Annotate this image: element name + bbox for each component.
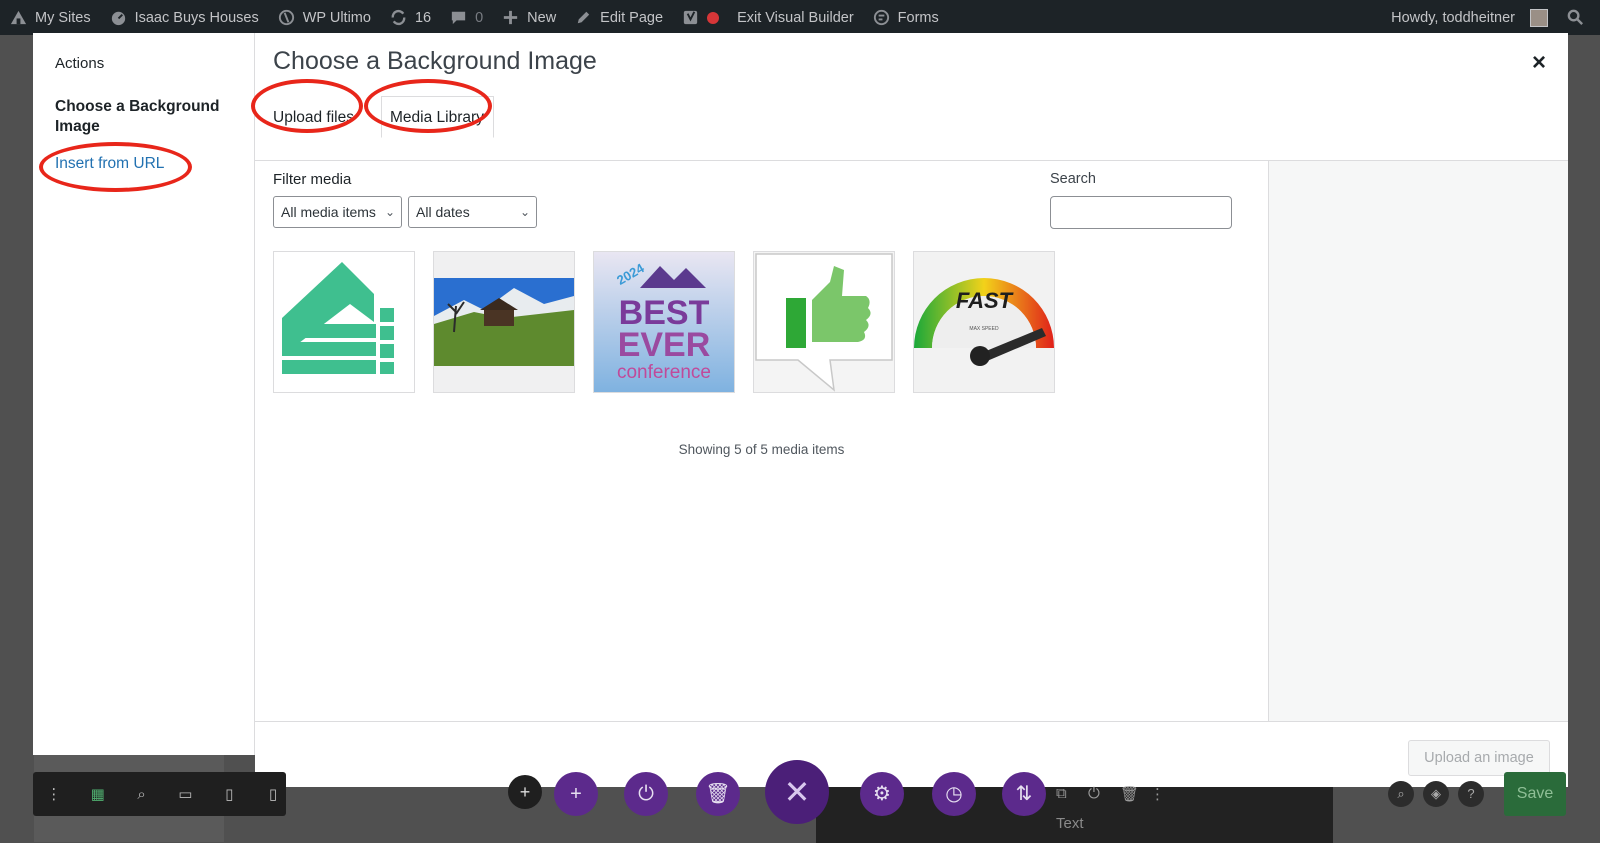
seo-status-dot [707, 11, 720, 24]
attachment-details-sidebar [1268, 161, 1568, 721]
ultimo-icon [277, 8, 296, 27]
svg-text:MAX SPEED: MAX SPEED [969, 326, 999, 332]
zoom-icon[interactable]: ⌕ [129, 786, 155, 803]
desktop-icon[interactable]: ▭ [172, 785, 198, 803]
toggle-icon[interactable]: ⏻ [1088, 785, 1100, 802]
menu-heading: Actions [55, 55, 105, 72]
close-icon[interactable]: × [1532, 51, 1546, 75]
attachments-browser: Filter media All media items ⌄ All dates… [255, 161, 1268, 721]
forms-menu[interactable]: Forms [863, 0, 948, 35]
yoast-menu[interactable] [672, 0, 728, 35]
svg-text:FAST: FAST [956, 288, 1014, 313]
plus-icon [501, 8, 520, 27]
attachment-thumbs-up[interactable] [753, 251, 895, 393]
media-count-status: Showing 5 of 5 media items [678, 442, 845, 457]
help-icon[interactable]: ? [1458, 781, 1484, 807]
upload-an-image-button[interactable]: Upload an image [1408, 740, 1550, 776]
dashboard-icon [109, 8, 128, 27]
filter-label: Filter media [273, 171, 352, 188]
add-row-button[interactable]: + [508, 775, 542, 809]
search-toggle[interactable] [1557, 0, 1594, 35]
search-label: Search [1050, 171, 1096, 187]
close-builder-button[interactable]: ✕ [765, 760, 829, 824]
attachment-mountain-cabin[interactable] [433, 251, 575, 393]
media-frame-menu: Actions Choose a Background Image Insert… [33, 33, 255, 755]
comment-icon [449, 8, 468, 27]
updates-menu[interactable]: 16 [380, 0, 440, 35]
router-tabs: Upload files Media Library [255, 85, 1568, 161]
new-content-menu[interactable]: New [492, 0, 565, 35]
speedometer-image: FAST MAX SPEED [914, 252, 1054, 392]
date-filter-select[interactable]: All dates ⌄ [408, 196, 537, 228]
builder-view-controls: ⋮ ▦ ⌕ ▭ ▯ ▯ [33, 772, 286, 816]
media-type-select[interactable]: All media items ⌄ [273, 196, 402, 228]
edit-page-link[interactable]: Edit Page [565, 0, 672, 35]
site-menu[interactable]: Isaac Buys Houses [100, 0, 268, 35]
comments-menu[interactable]: 0 [440, 0, 492, 35]
tab-upload-files[interactable]: Upload files [273, 97, 371, 139]
menu-item-choose-background[interactable]: Choose a Background Image [55, 97, 235, 137]
conference-logo-image: 2024 BEST EVER conference [594, 252, 734, 392]
tablet-icon[interactable]: ▯ [216, 785, 242, 803]
media-toolbar: Upload an image [255, 721, 1568, 787]
my-sites-menu[interactable]: My Sites [0, 0, 100, 35]
more-icon[interactable]: ⋮ [41, 785, 67, 803]
admin-bar: My Sites Isaac Buys Houses WP Ultimo 16 … [0, 0, 1600, 35]
more-icon[interactable]: ⋮ [1150, 785, 1165, 803]
updates-icon [389, 8, 408, 27]
chevron-down-icon: ⌄ [519, 205, 530, 219]
attachment-fast-speedometer[interactable]: FAST MAX SPEED [913, 251, 1055, 393]
portability-icon[interactable]: ⇅ [1002, 772, 1046, 816]
gear-icon[interactable]: ⚙ [860, 772, 904, 816]
save-button[interactable]: Save [1504, 772, 1566, 816]
svg-text:conference: conference [617, 362, 711, 383]
history-icon[interactable]: ◷ [932, 772, 976, 816]
mountain-photo-image [434, 252, 574, 392]
thumbs-up-image [754, 252, 894, 392]
attachment-best-ever-conference[interactable]: 2024 BEST EVER conference [593, 251, 735, 393]
delete-icon[interactable]: 🗑 [1120, 785, 1139, 803]
trash-icon[interactable]: 🗑 [696, 772, 740, 816]
power-icon[interactable]: ⏻ [624, 772, 668, 816]
attachment-green-building-logo[interactable] [273, 251, 415, 393]
sites-icon [9, 8, 28, 27]
add-module-button[interactable]: + [554, 772, 598, 816]
account-menu[interactable]: Howdy, toddheitner [1382, 0, 1557, 35]
media-modal: Actions Choose a Background Image Insert… [33, 33, 1568, 787]
yoast-icon [681, 8, 700, 27]
building-logo-image [282, 262, 394, 374]
tab-media-library[interactable]: Media Library [381, 96, 494, 138]
pencil-icon [574, 8, 593, 27]
layers-icon[interactable]: ◈ [1423, 781, 1449, 807]
chevron-down-icon: ⌄ [384, 205, 395, 219]
exit-visual-builder-link[interactable]: Exit Visual Builder [728, 0, 863, 35]
modal-title: Choose a Background Image [273, 47, 597, 75]
avatar [1530, 8, 1548, 27]
duplicate-icon[interactable]: ⧉ [1056, 785, 1067, 802]
search-icon [1566, 8, 1585, 27]
search-input[interactable] [1050, 196, 1232, 229]
wireframe-icon[interactable]: ▦ [85, 785, 111, 803]
wp-ultimo-menu[interactable]: WP Ultimo [268, 0, 380, 35]
svg-text:EVER: EVER [618, 326, 711, 364]
menu-item-insert-from-url[interactable]: Insert from URL [55, 155, 164, 173]
search-icon[interactable]: ⌕ [1388, 781, 1414, 807]
module-type-label: Text [1056, 815, 1084, 832]
phone-icon[interactable]: ▯ [260, 785, 286, 803]
forms-icon [872, 8, 891, 27]
